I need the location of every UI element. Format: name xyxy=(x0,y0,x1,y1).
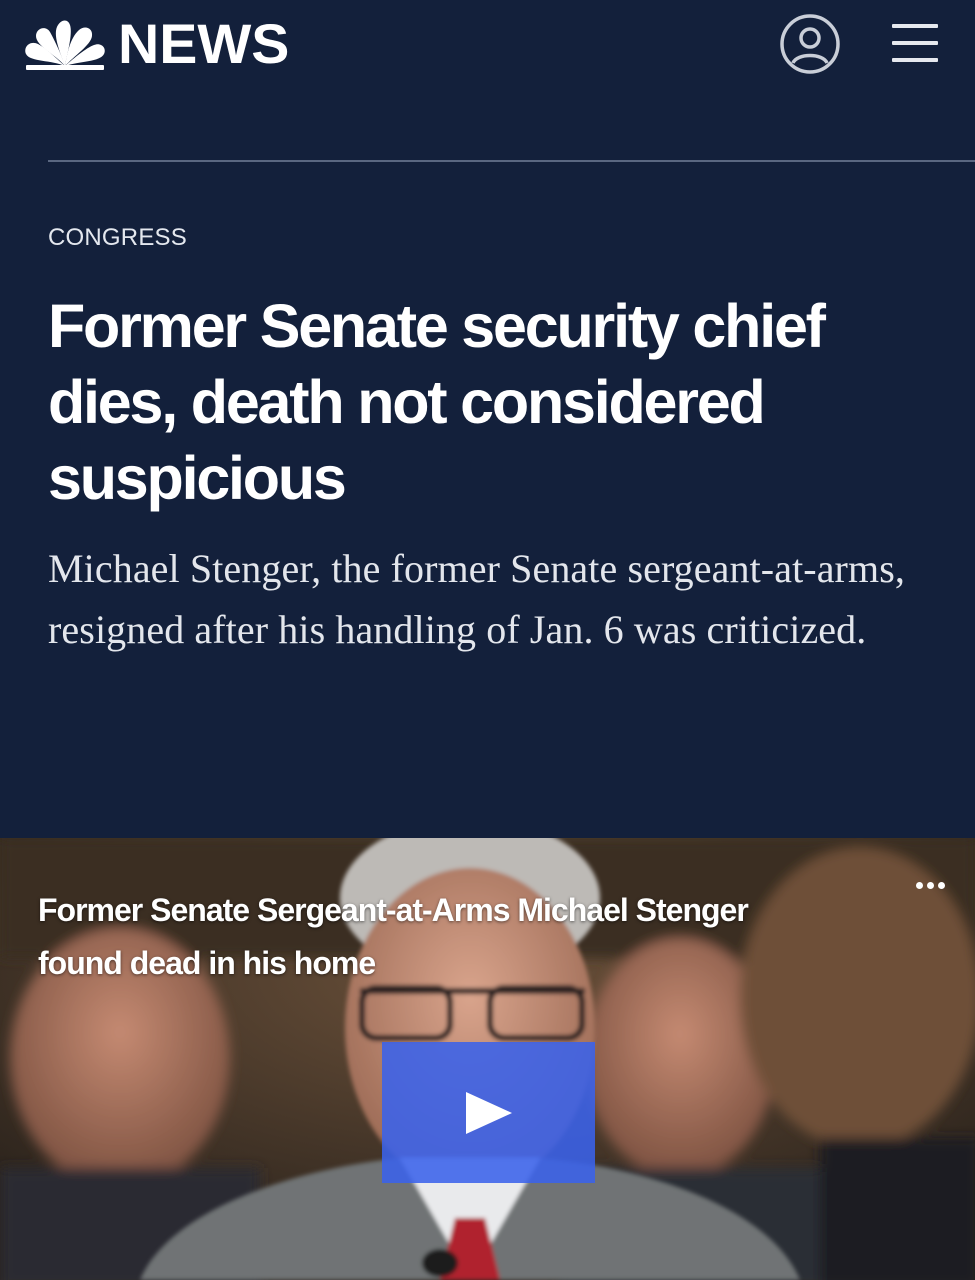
article-dek: Michael Stenger, the former Senate serge… xyxy=(48,546,905,652)
more-options-button[interactable] xyxy=(910,874,952,898)
article-headline: Former Senate security chief dies, death… xyxy=(48,292,826,512)
more-options-icon xyxy=(916,882,923,889)
header-divider xyxy=(48,160,975,162)
user-profile-icon xyxy=(780,14,840,74)
hamburger-menu-button[interactable] xyxy=(890,22,942,66)
logo-wordmark: NEWS xyxy=(118,12,290,75)
more-options-icon xyxy=(927,882,934,889)
section-label[interactable]: CONGRESS xyxy=(48,224,187,252)
menu-bar-top xyxy=(892,24,938,28)
play-button[interactable] xyxy=(382,1042,595,1183)
video-player[interactable]: Former Senate Sergeant-at-Arms Michael S… xyxy=(0,838,975,1280)
more-options-icon xyxy=(938,882,945,889)
site-header: NEWS xyxy=(0,0,975,100)
profile-button[interactable] xyxy=(779,13,841,75)
menu-bar-bottom xyxy=(892,58,938,62)
peacock-icon xyxy=(25,20,105,70)
play-icon xyxy=(466,1092,512,1134)
menu-bar-middle xyxy=(892,41,938,45)
nbc-news-logo[interactable]: NEWS xyxy=(22,12,290,75)
video-title: Former Senate Sergeant-at-Arms Michael S… xyxy=(38,892,749,981)
